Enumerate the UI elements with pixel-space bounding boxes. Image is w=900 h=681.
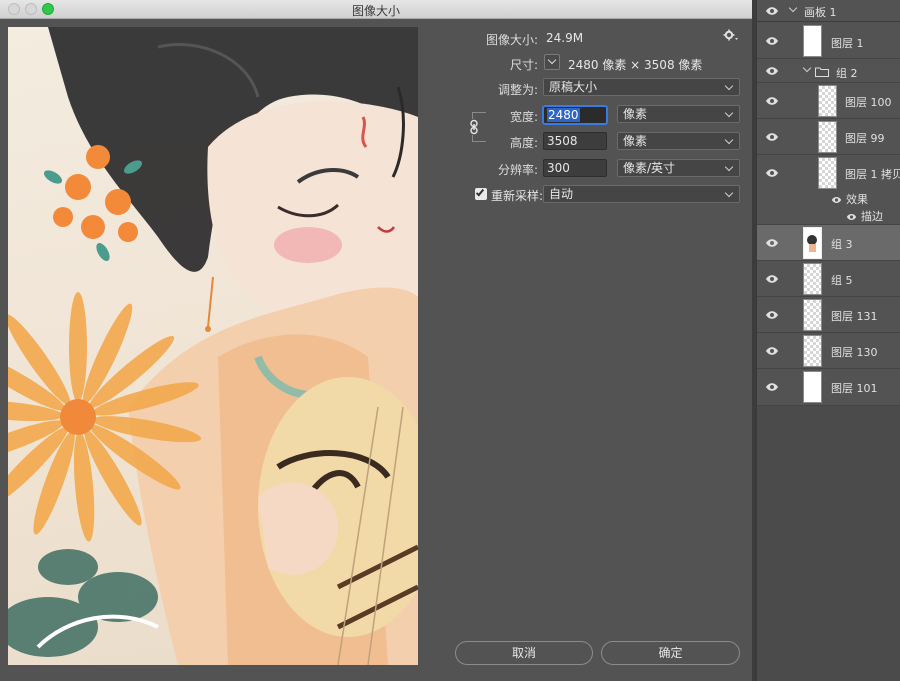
chevron-down-icon[interactable] — [802, 63, 812, 73]
settings-gear-icon[interactable] — [723, 28, 739, 44]
layers-panel: 画板 1 图层 1 组 2 图层 100 图层 99 图层 1 拷贝 效果 描边 — [756, 0, 900, 681]
width-unit-select[interactable]: 像素 — [617, 105, 740, 123]
stroke-effect-label: 描边 — [861, 210, 883, 223]
height-input[interactable]: 3508 — [543, 132, 607, 150]
resample-checkbox[interactable] — [475, 187, 487, 200]
width-input-value: 2480 — [547, 108, 580, 122]
layers-empty-area — [757, 406, 900, 681]
image-size-dialog: 图像大小 图像大小: 24.9M 尺寸: 2480 像素 × 3508 像素 调… — [0, 0, 752, 681]
resolution-label: 分辨率: — [497, 163, 538, 177]
layer-thumbnail — [803, 335, 822, 367]
layer-row[interactable]: 图层 1 拷贝 效果 描边 — [757, 155, 900, 225]
chevron-down-icon — [725, 79, 735, 95]
group-row[interactable]: 组 5 — [757, 261, 900, 297]
height-label: 高度: — [509, 136, 538, 150]
layer-name: 组 3 — [831, 238, 853, 251]
eye-icon[interactable] — [765, 238, 779, 248]
layer-thumbnail — [803, 299, 822, 331]
resolution-input-value: 300 — [547, 161, 570, 175]
layer-name: 图层 131 — [831, 310, 878, 323]
layer-row[interactable]: 图层 131 — [757, 297, 900, 333]
layer-name: 图层 101 — [831, 382, 878, 395]
chevron-down-icon — [725, 160, 735, 176]
eye-icon[interactable] — [765, 6, 779, 16]
title-bar: 图像大小 — [0, 0, 752, 19]
layer-name: 图层 100 — [845, 96, 892, 109]
dimensions-label: 尺寸: — [509, 58, 538, 72]
layer-row[interactable]: 图层 100 — [757, 83, 900, 119]
image-size-value: 24.9M — [546, 31, 584, 45]
resolution-unit-select[interactable]: 像素/英寸 — [617, 159, 740, 177]
layer-row[interactable]: 图层 99 — [757, 119, 900, 155]
dimensions-value: 2480 像素 × 3508 像素 — [568, 58, 703, 72]
effect-eye-icon[interactable] — [831, 193, 842, 207]
layer-name: 图层 99 — [845, 132, 885, 145]
layer-name: 图层 1 拷贝 — [845, 168, 900, 181]
dimensions-toggle-button[interactable] — [544, 54, 560, 70]
width-input[interactable]: 2480 — [543, 106, 607, 124]
chevron-down-icon — [547, 55, 557, 65]
height-unit-value: 像素 — [623, 134, 648, 148]
height-input-value: 3508 — [547, 134, 578, 148]
resample-label: 重新采样: — [491, 189, 544, 203]
resample-method-select[interactable]: 自动 — [543, 185, 740, 203]
eye-icon[interactable] — [765, 66, 779, 76]
layer-name: 图层 1 — [831, 37, 864, 50]
height-unit-select[interactable]: 像素 — [617, 132, 740, 150]
preview-artwork — [8, 27, 418, 665]
layer-thumbnail — [803, 263, 822, 295]
image-preview[interactable] — [8, 27, 418, 665]
ok-button[interactable]: 确定 — [601, 641, 740, 665]
layer-name: 组 2 — [836, 67, 858, 80]
layer-row[interactable]: 图层 130 — [757, 333, 900, 369]
layer-thumbnail — [818, 121, 837, 153]
group-row[interactable]: 组 2 — [757, 59, 900, 83]
chevron-down-icon — [725, 133, 735, 149]
image-size-label: 图像大小: — [485, 33, 538, 47]
resolution-input[interactable]: 300 — [543, 159, 607, 177]
cancel-button[interactable]: 取消 — [455, 641, 593, 665]
layer-thumbnail — [803, 371, 822, 403]
layer-row[interactable]: 图层 1 — [757, 22, 900, 59]
width-unit-value: 像素 — [623, 107, 648, 121]
layer-name: 画板 1 — [804, 6, 837, 19]
layer-name: 图层 130 — [831, 346, 878, 359]
resample-method-value: 自动 — [549, 187, 574, 201]
layer-thumbnail — [818, 85, 837, 117]
artboard-row[interactable]: 画板 1 — [757, 0, 900, 22]
fit-to-select[interactable]: 原稿大小 — [543, 78, 740, 96]
group-row-selected[interactable]: 组 3 — [757, 225, 900, 261]
resolution-unit-value: 像素/英寸 — [623, 161, 676, 175]
eye-icon[interactable] — [765, 132, 779, 142]
layer-thumbnail — [803, 25, 822, 57]
width-label: 宽度: — [509, 110, 538, 124]
effects-label: 效果 — [846, 193, 868, 206]
chevron-down-icon — [725, 186, 735, 202]
folder-icon — [815, 66, 829, 77]
chevron-down-icon — [725, 106, 735, 122]
fit-to-value: 原稿大小 — [549, 80, 598, 94]
checkmark-icon — [475, 187, 485, 197]
eye-icon[interactable] — [765, 168, 779, 178]
layer-name: 组 5 — [831, 274, 853, 287]
chevron-down-icon[interactable] — [788, 3, 798, 13]
layer-thumbnail — [818, 157, 837, 189]
eye-icon[interactable] — [765, 274, 779, 284]
eye-icon[interactable] — [765, 346, 779, 356]
fit-to-label: 调整为: — [497, 83, 538, 97]
layer-row[interactable]: 图层 101 — [757, 369, 900, 406]
layer-thumbnail — [803, 227, 822, 259]
eye-icon[interactable] — [765, 96, 779, 106]
eye-icon[interactable] — [765, 382, 779, 392]
dialog-title: 图像大小 — [351, 4, 400, 18]
eye-icon[interactable] — [765, 310, 779, 320]
stroke-eye-icon[interactable] — [846, 210, 857, 224]
eye-icon[interactable] — [765, 36, 779, 46]
